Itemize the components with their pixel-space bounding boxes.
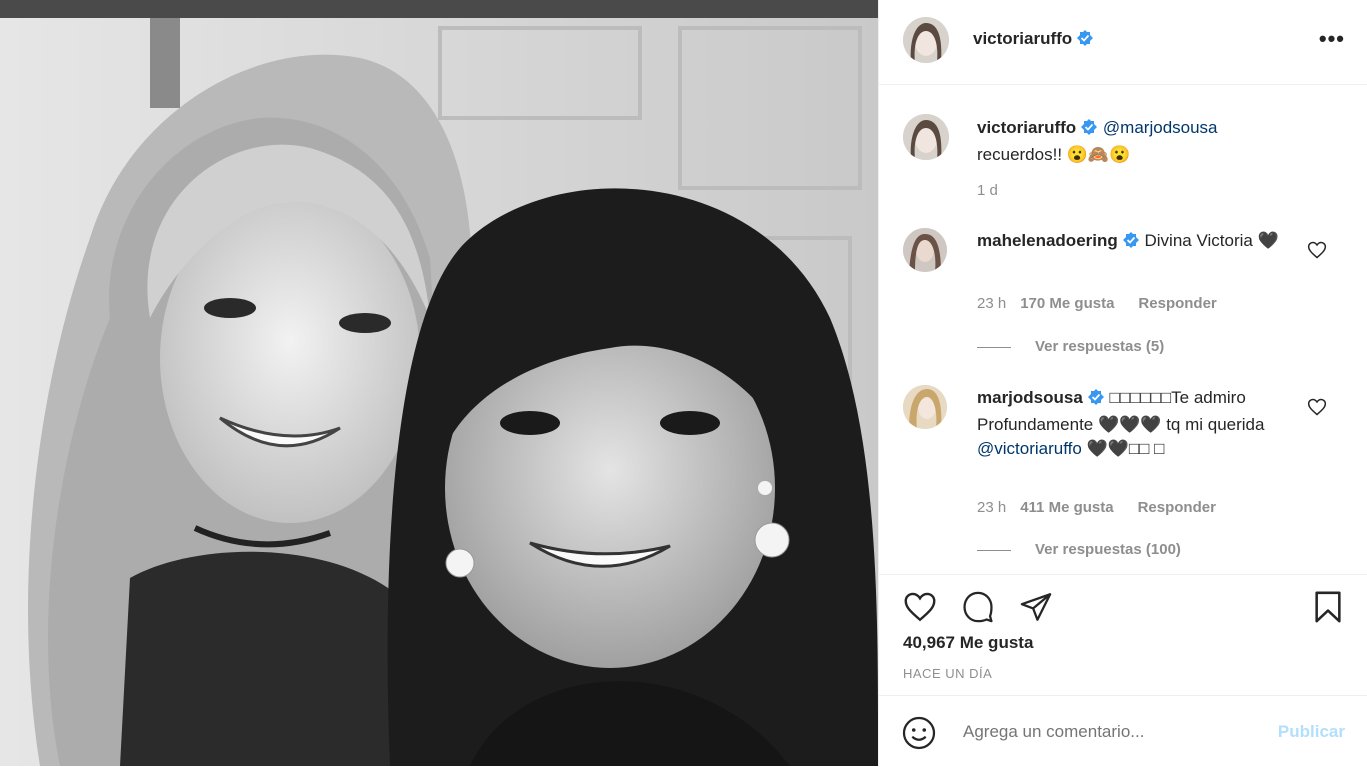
comment-age[interactable]: 23 h xyxy=(977,295,1006,312)
caption-body: recuerdos!! 😮🙈😮 xyxy=(977,145,1131,164)
author-username[interactable]: victoriaruffo xyxy=(973,29,1072,48)
comment-bar: Publicar xyxy=(879,695,1367,767)
reply-button[interactable]: Responder xyxy=(1138,499,1216,516)
comment-icon[interactable] xyxy=(960,590,996,624)
view-replies-button[interactable]: Ver respuestas (100) xyxy=(977,541,1181,558)
comment-body-end: 🖤🖤□□ □ xyxy=(1086,439,1165,458)
action-bar xyxy=(879,574,1367,623)
replies-divider xyxy=(977,549,1011,551)
post-photo[interactable] xyxy=(0,18,878,766)
emoji-icon[interactable] xyxy=(901,715,937,751)
verified-badge-icon xyxy=(1122,231,1140,256)
caption-text: victoriaruffo @marjodsousa recuerdos!! 😮… xyxy=(977,116,1307,167)
comment-meta: 23 h 170 Me gusta Responder xyxy=(977,295,1217,312)
bookmark-icon[interactable] xyxy=(1311,589,1345,625)
comment-text: mahelenadoering Divina Victoria 🖤 xyxy=(977,229,1307,256)
comment-likes[interactable]: 411 Me gusta xyxy=(1020,499,1113,516)
caption-age[interactable]: 1 d xyxy=(977,182,998,199)
comment-like-heart-icon[interactable] xyxy=(1307,397,1327,417)
comment-avatar[interactable] xyxy=(903,385,947,429)
view-replies-label[interactable]: Ver respuestas (100) xyxy=(1035,541,1181,558)
caption-author[interactable]: victoriaruffo xyxy=(977,118,1076,137)
reply-button[interactable]: Responder xyxy=(1138,295,1216,312)
like-count[interactable]: 40,967 Me gusta xyxy=(903,633,1033,653)
comment-body: Divina Victoria 🖤 xyxy=(1144,231,1279,250)
post-timestamp[interactable]: HACE UN DÍA xyxy=(903,666,992,681)
comment-age[interactable]: 23 h xyxy=(977,499,1006,516)
comment-author[interactable]: marjodsousa xyxy=(977,388,1083,407)
comment-meta: 23 h 411 Me gusta Responder xyxy=(977,499,1216,516)
replies-divider xyxy=(977,346,1011,348)
post-side-panel: victoriaruffo ••• victoriaruffo @marjods… xyxy=(878,0,1367,766)
comment-input[interactable] xyxy=(961,721,1255,743)
verified-badge-icon xyxy=(1087,388,1105,413)
comment-text: marjodsousa □□□□□□Te admiro Profundament… xyxy=(977,386,1287,461)
author-avatar[interactable] xyxy=(903,17,949,63)
comment-mention-link[interactable]: @victoriaruffo xyxy=(977,439,1082,458)
verified-badge-icon xyxy=(1080,118,1098,143)
view-replies-label[interactable]: Ver respuestas (5) xyxy=(1035,338,1164,355)
publish-button[interactable]: Publicar xyxy=(1278,722,1345,742)
comment-author[interactable]: mahelenadoering xyxy=(977,231,1118,250)
caption-mention-link[interactable]: @marjodsousa xyxy=(1103,118,1218,137)
share-icon[interactable] xyxy=(1018,590,1054,624)
post-photo-illustration xyxy=(0,18,878,766)
post-header: victoriaruffo ••• xyxy=(879,0,1367,85)
verified-badge-icon xyxy=(1076,29,1094,52)
heart-icon[interactable] xyxy=(901,589,939,625)
comment-likes[interactable]: 170 Me gusta xyxy=(1020,295,1114,312)
view-replies-button[interactable]: Ver respuestas (5) xyxy=(977,338,1164,355)
more-options-icon[interactable]: ••• xyxy=(1319,26,1345,52)
comment-like-heart-icon[interactable] xyxy=(1307,240,1327,260)
comment-avatar[interactable] xyxy=(903,228,947,272)
top-bar xyxy=(0,0,878,18)
caption-avatar[interactable] xyxy=(903,114,949,160)
